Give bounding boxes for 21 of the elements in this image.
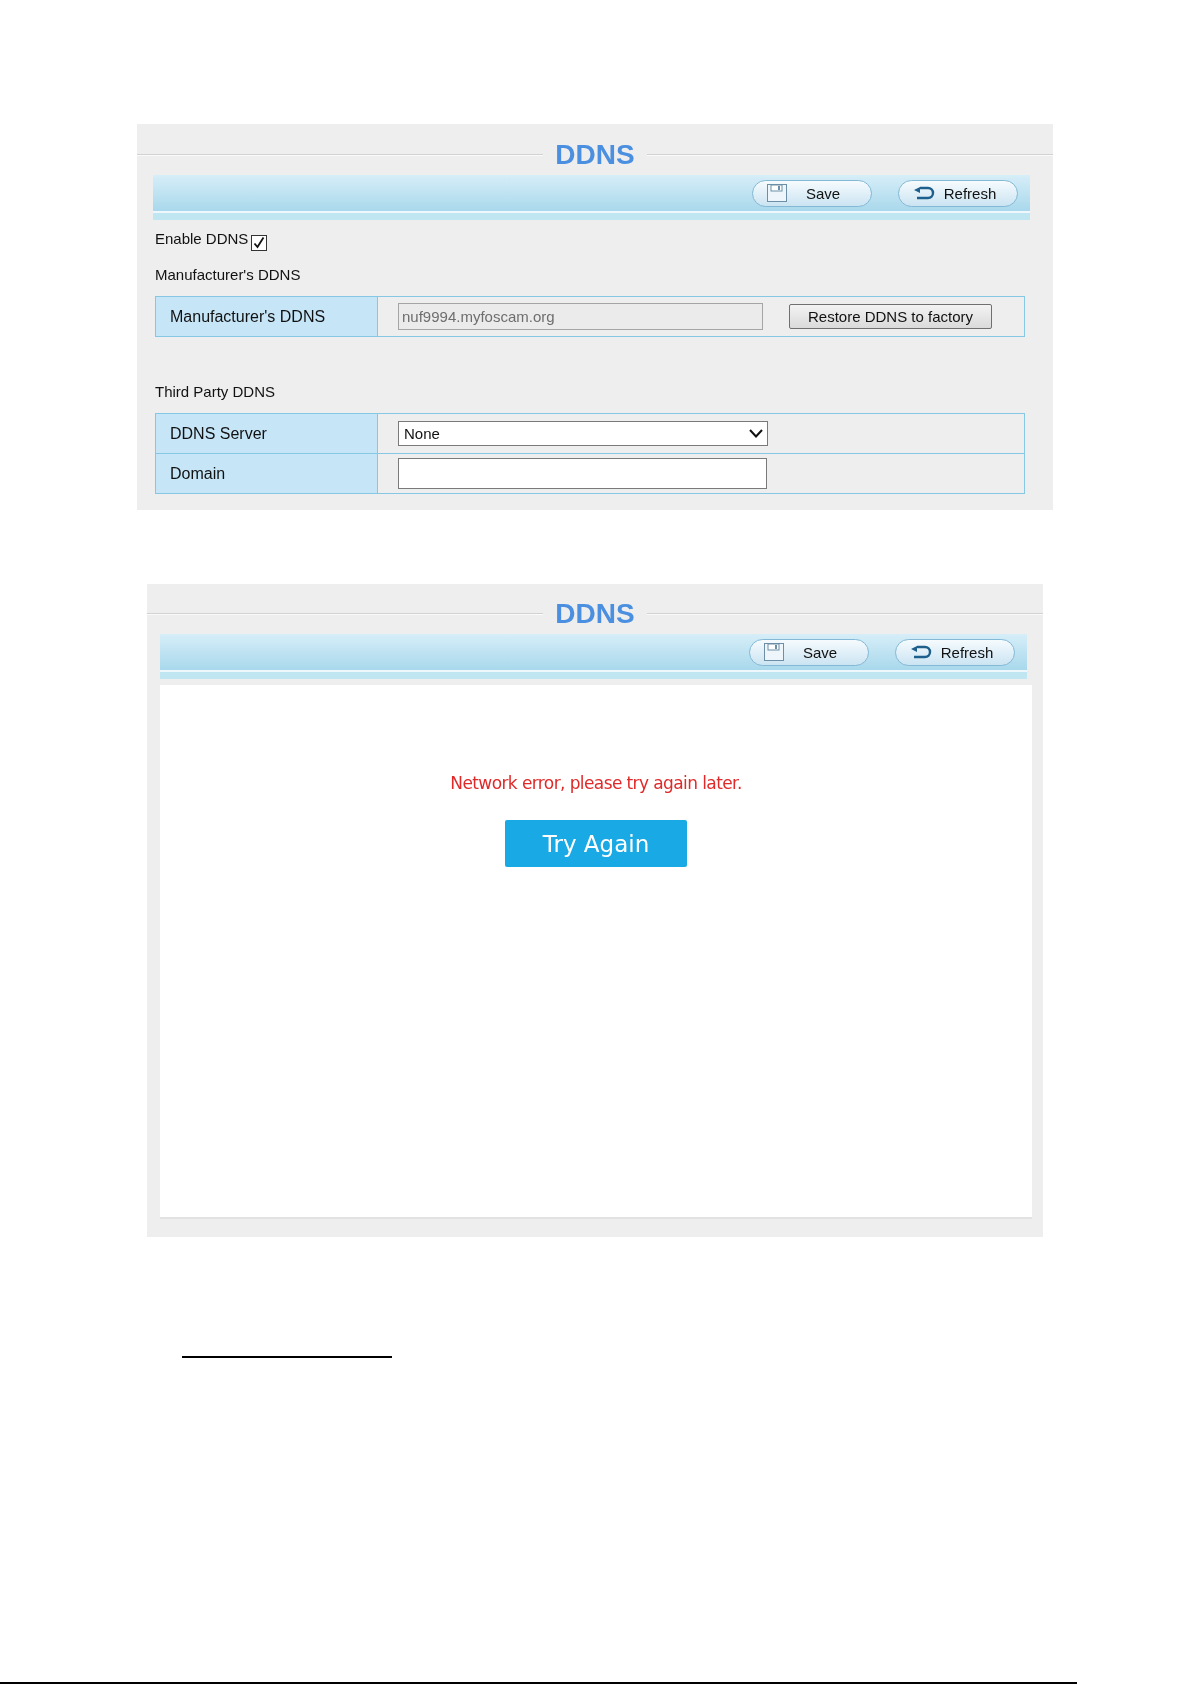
section-heading: Manufacturer's DDNS <box>155 266 302 284</box>
return-arrow-icon <box>913 186 935 200</box>
panel-title: DDNS <box>555 598 635 630</box>
checkbox[interactable] <box>251 235 268 251</box>
refresh-button[interactable]: Refresh <box>898 179 1018 207</box>
dropdown-field[interactable]: None <box>398 421 768 446</box>
save-button[interactable]: Save <box>749 638 869 666</box>
text-field[interactable] <box>398 458 767 489</box>
field-label: Manufacturer's DDNS <box>156 297 378 336</box>
readonly-field[interactable]: nuf9994.myfoscam.org <box>398 303 763 330</box>
checkbox-label: Enable DDNS <box>155 230 249 248</box>
field-label: Domain <box>156 454 378 493</box>
refresh-button[interactable]: Refresh <box>895 638 1015 666</box>
restore-button[interactable]: Restore DDNS to factory <box>789 304 992 329</box>
section-heading: Third Party DDNS <box>155 383 277 401</box>
field-label: DDNS Server <box>156 414 378 453</box>
panel-title: DDNS <box>555 138 635 171</box>
save-button[interactable]: Save <box>752 179 872 207</box>
return-arrow-icon <box>910 645 932 659</box>
error-message: Network error, please try again later. <box>450 773 742 793</box>
chevron-down-icon <box>749 429 763 438</box>
